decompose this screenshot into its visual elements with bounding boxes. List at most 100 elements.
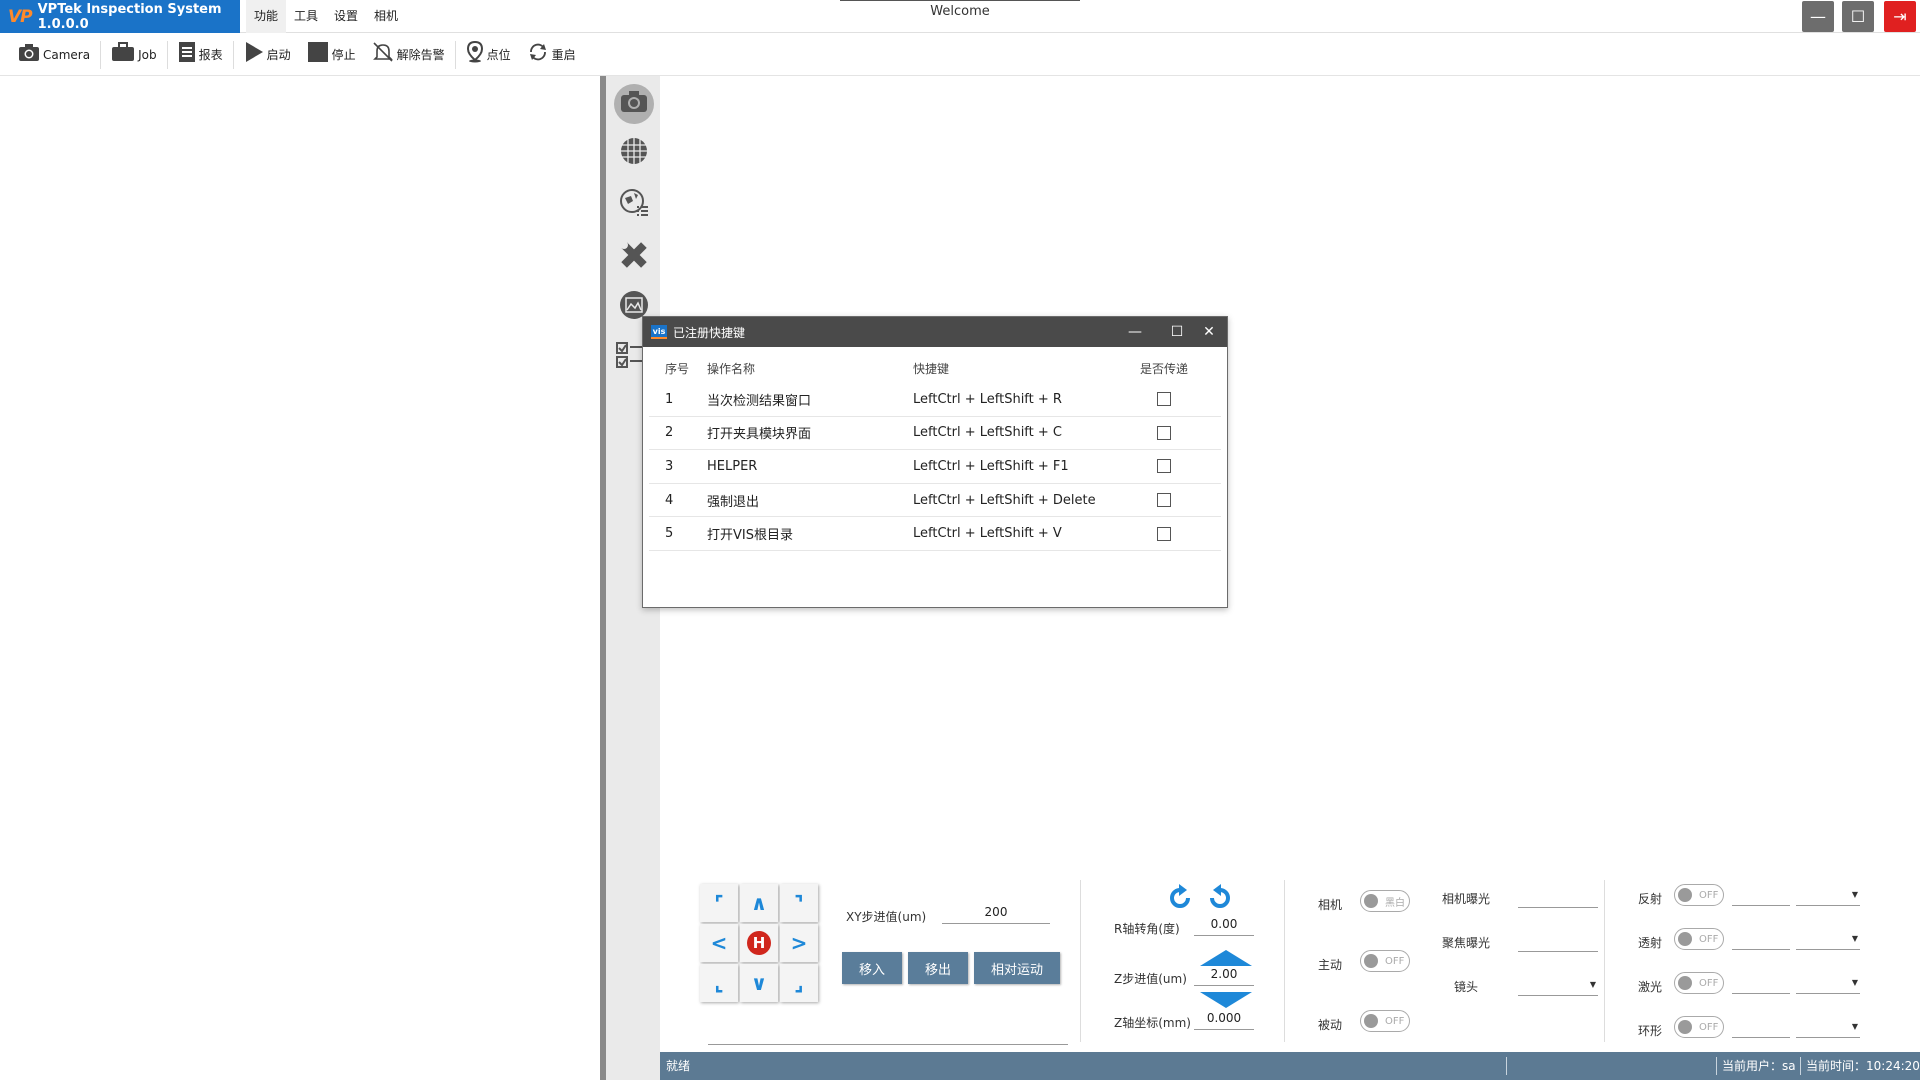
menu-camera[interactable]: 相机 — [366, 0, 406, 33]
reflect-light-toggle[interactable]: OFF — [1674, 884, 1724, 906]
jog-home-button[interactable]: H — [740, 924, 778, 962]
xy-step-label: XY步进值(um) — [846, 910, 927, 924]
jog-down-button[interactable]: ∨ — [740, 964, 778, 1002]
report-button[interactable]: 报表 — [170, 38, 231, 72]
table-row[interactable]: 2 打开夹具模块界面 LeftCtrl + LeftShift + C — [649, 417, 1221, 451]
column-header-pass[interactable]: 是否传递 — [1119, 360, 1209, 377]
relative-move-button[interactable]: 相对运动 — [974, 952, 1060, 984]
move-out-button[interactable]: 移出 — [908, 952, 968, 984]
bell-off-icon — [372, 41, 394, 69]
column-header-name[interactable]: 操作名称 — [707, 360, 913, 377]
laser-light-label: 激光 — [1638, 980, 1663, 994]
camera-exposure-input[interactable] — [1518, 886, 1598, 908]
jog-up-right-button[interactable]: ⌝ — [780, 884, 818, 922]
jog-up-left-button[interactable]: ⌜ — [700, 884, 738, 922]
r-angle-input[interactable]: 0.00 — [1194, 914, 1254, 936]
toggle-text: OFF — [1385, 1015, 1405, 1027]
nav-camera-button[interactable] — [614, 84, 654, 124]
reflect-light-label: 反射 — [1638, 892, 1663, 906]
table-row[interactable]: 3 HELPER LeftCtrl + LeftShift + F1 — [649, 450, 1221, 484]
menu-tools[interactable]: 工具 — [286, 0, 326, 33]
maximize-button[interactable]: ☐ — [1842, 1, 1874, 32]
clear-alarm-label: 解除告警 — [396, 48, 445, 62]
stop-icon — [307, 41, 329, 69]
position-button[interactable]: 点位 — [458, 38, 519, 72]
move-in-button[interactable]: 移入 — [842, 952, 902, 984]
dialog-close-button[interactable]: ✕ — [1187, 317, 1231, 347]
status-bar: 就绪 当前用户：sa 当前时间： 10:24:20 — [660, 1052, 1920, 1080]
camera-mode-toggle[interactable]: 黑白 — [1360, 890, 1410, 912]
lens-dropdown[interactable]: ▼ — [1518, 974, 1598, 996]
exit-button[interactable]: ⇥ — [1884, 1, 1916, 32]
pass-checkbox[interactable] — [1157, 425, 1171, 440]
xy-step-input[interactable]: 200 — [942, 902, 1050, 924]
active-toggle[interactable]: OFF — [1360, 950, 1410, 972]
clear-alarm-button[interactable]: 解除告警 — [364, 38, 453, 72]
status-time-label: 当前时间： — [1806, 1059, 1867, 1073]
laser-light-value-input[interactable] — [1732, 972, 1790, 994]
row-no: 1 — [665, 391, 674, 407]
focus-exposure-input[interactable] — [1518, 930, 1598, 952]
transmit-light-dropdown[interactable]: ▼ — [1796, 928, 1860, 950]
nav-tools-button[interactable] — [614, 238, 654, 278]
close-icon: ✕ — [1203, 324, 1215, 340]
dialog-title-bar[interactable]: vis 已注册快捷键 — ☐ ✕ — [643, 317, 1227, 347]
column-header-shortcut[interactable]: 快捷键 — [913, 360, 1119, 377]
start-button[interactable]: 启动 — [236, 38, 299, 72]
maximize-icon: ☐ — [1850, 7, 1866, 26]
home-icon: H — [747, 931, 771, 955]
table-row[interactable]: 5 打开VIS根目录 LeftCtrl + LeftShift + V — [649, 517, 1221, 551]
rotate-cw-button[interactable] — [1166, 884, 1194, 915]
row-name: 打开VIS根目录 — [707, 528, 793, 544]
pass-checkbox[interactable] — [1157, 526, 1171, 541]
column-header-no[interactable]: 序号 — [649, 360, 707, 377]
jog-down-left-button[interactable]: ⌞ — [700, 964, 738, 1002]
jog-up-button[interactable]: ∧ — [740, 884, 778, 922]
toggle-knob — [1678, 932, 1692, 946]
reflect-light-value-input[interactable] — [1732, 884, 1790, 906]
ring-light-toggle[interactable]: OFF — [1674, 1016, 1724, 1038]
transmit-light-value-input[interactable] — [1732, 928, 1790, 950]
chevron-right-icon: > — [790, 931, 808, 955]
rotate-ccw-button[interactable] — [1206, 884, 1234, 915]
play-icon — [244, 41, 264, 69]
ring-light-value-input[interactable] — [1732, 1016, 1790, 1038]
nav-grid-button[interactable] — [614, 134, 654, 174]
pass-checkbox[interactable] — [1157, 493, 1171, 508]
camera-button[interactable]: Camera — [10, 38, 98, 72]
restart-button[interactable]: 重启 — [519, 38, 584, 72]
location-pin-icon — [466, 40, 484, 69]
jog-right-button[interactable]: > — [780, 924, 818, 962]
minimize-icon: — — [1128, 324, 1142, 340]
ring-light-dropdown[interactable]: ▼ — [1796, 1016, 1860, 1038]
menu-settings[interactable]: 设置 — [326, 0, 366, 33]
transmit-light-toggle[interactable]: OFF — [1674, 928, 1724, 950]
camera-icon — [620, 89, 648, 119]
nav-globe-list-button[interactable] — [614, 186, 654, 226]
laser-light-dropdown[interactable]: ▼ — [1796, 972, 1860, 994]
table-row[interactable]: 4 强制退出 LeftCtrl + LeftShift + Delete — [649, 484, 1221, 518]
shortcut-table: 序号 操作名称 快捷键 是否传递 1 当次检测结果窗口 LeftCtrl + L… — [649, 353, 1221, 551]
jog-down-right-button[interactable]: ⌟ — [780, 964, 818, 1002]
dialog-minimize-button[interactable]: — — [1113, 317, 1157, 347]
passive-toggle[interactable]: OFF — [1360, 1010, 1410, 1032]
row-shortcut: LeftCtrl + LeftShift + V — [913, 526, 1062, 542]
job-button[interactable]: Job — [103, 38, 165, 72]
pass-checkbox[interactable] — [1157, 459, 1171, 474]
minimize-button[interactable]: — — [1802, 1, 1834, 32]
table-header: 序号 操作名称 快捷键 是否传递 — [649, 353, 1221, 383]
pass-checkbox[interactable] — [1157, 392, 1171, 407]
row-no: 4 — [665, 492, 674, 508]
z-coord-input[interactable]: 0.000 — [1194, 1008, 1254, 1030]
z-step-input[interactable]: 2.00 — [1194, 964, 1254, 986]
status-separator — [1800, 1057, 1801, 1075]
row-no: 2 — [665, 425, 674, 441]
reflect-light-dropdown[interactable]: ▼ — [1796, 884, 1860, 906]
stop-button[interactable]: 停止 — [299, 38, 364, 72]
chevron-up-icon: ∧ — [750, 891, 768, 915]
menu-bar: 功能 工具 设置 相机 — [246, 0, 406, 33]
menu-function[interactable]: 功能 — [246, 0, 287, 33]
laser-light-toggle[interactable]: OFF — [1674, 972, 1724, 994]
jog-left-button[interactable]: < — [700, 924, 738, 962]
table-row[interactable]: 1 当次检测结果窗口 LeftCtrl + LeftShift + R — [649, 383, 1221, 417]
